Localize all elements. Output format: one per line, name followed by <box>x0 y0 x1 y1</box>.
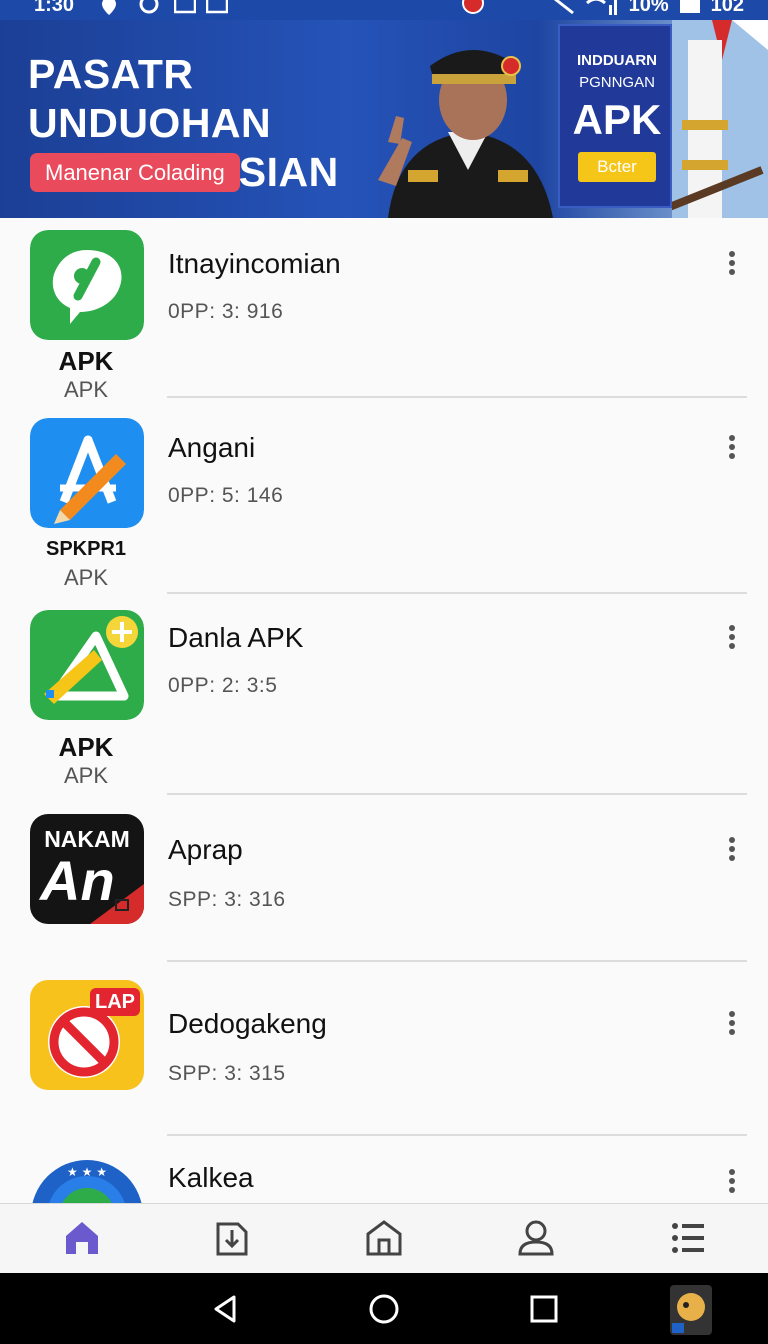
list-item[interactable]: ★ ★ ★ Kalkea <box>0 1136 768 1204</box>
icon-label: APK APK <box>0 732 172 790</box>
more-options-icon[interactable] <box>722 432 742 462</box>
icon-label: SPKPR1 APK <box>0 534 172 592</box>
system-navigation-bar <box>0 1273 768 1344</box>
green-chat-app-icon[interactable] <box>30 230 144 340</box>
assistant-avatar-icon[interactable] <box>670 1285 712 1335</box>
blue-pencil-app-icon[interactable] <box>30 418 144 528</box>
app-name: Danla APK <box>168 622 304 653</box>
battery-icon <box>679 0 700 13</box>
icon-label-main: APK <box>58 732 114 762</box>
promo-banner[interactable]: PASATR UNDUOHAN UNDONEASIAN Manenar Cola… <box>0 20 768 218</box>
more-options-icon[interactable] <box>722 622 742 652</box>
status-bar: 1:30 10% 102 <box>0 0 768 20</box>
download-icon[interactable] <box>212 1218 252 1258</box>
app-meta: 0PP: 2: 3:5 <box>168 674 278 697</box>
app-meta: SPP: 3: 315 <box>168 1062 286 1085</box>
divider <box>167 793 747 795</box>
recording-indicator-icon <box>462 0 484 14</box>
bottom-navigation <box>0 1203 768 1273</box>
banner-card-button[interactable]: Bcter <box>578 152 656 182</box>
banner-cta-button[interactable]: Manenar Colading <box>30 153 240 192</box>
more-options-icon[interactable] <box>722 834 742 864</box>
app-name: Kalkea <box>168 1162 254 1193</box>
list-item[interactable]: APK APK Danla APK 0PP: 2: 3:5 <box>0 598 768 794</box>
icon-label-sub: APK <box>63 763 109 788</box>
location-icon <box>102 0 116 15</box>
wifi-signal-icon <box>585 0 617 15</box>
app-screen: 1:30 10% 102 PASATR UNDUOHAN UNDONEASIAN… <box>0 0 768 1344</box>
list-item[interactable]: SPKPR1 APK Angani 0PP: 5: 146 <box>0 408 768 598</box>
icon-badge: LAP <box>90 988 140 1016</box>
mute-icon <box>554 0 574 14</box>
app-meta: 0PP: 5: 146 <box>168 484 284 507</box>
more-options-icon[interactable] <box>722 1166 742 1196</box>
photo-icon <box>206 0 228 14</box>
banner-person-image <box>378 50 553 218</box>
app-name: Dedogakeng <box>168 1008 327 1039</box>
recents-icon[interactable] <box>528 1293 560 1325</box>
divider <box>167 592 747 594</box>
sync-icon <box>139 0 159 14</box>
status-right: 10% 102 <box>553 0 744 17</box>
svg-text:★ ★ ★: ★ ★ ★ <box>67 1165 107 1179</box>
back-icon[interactable] <box>210 1293 242 1325</box>
blue-star-circle-app-icon[interactable]: ★ ★ ★ <box>30 1136 144 1204</box>
banner-card-line2: PGNNGAN <box>579 74 655 91</box>
profile-icon[interactable] <box>516 1218 556 1258</box>
banner-card-line1: INDDUARN <box>577 52 657 69</box>
divider <box>167 396 747 398</box>
status-time: 1:30 <box>34 0 75 16</box>
icon-label-sub: APK <box>63 377 109 402</box>
banner-card-apk: APK <box>572 96 662 143</box>
app-name: Aprap <box>168 834 243 865</box>
monument-tower-image <box>672 20 768 218</box>
image-icon <box>174 0 196 14</box>
list-item[interactable]: NAKAM An Aprap SPP: 3: 316 <box>0 808 768 968</box>
list-item[interactable]: LAP Dedogakeng SPP: 3: 315 <box>0 970 768 1136</box>
black-an-app-icon[interactable]: NAKAM An <box>30 814 144 924</box>
green-triangle-app-icon[interactable] <box>30 610 144 720</box>
app-meta: SPP: 3: 316 <box>168 888 286 911</box>
icon-label-main: APK <box>58 346 114 376</box>
status-number: 102 <box>710 0 744 16</box>
app-name: Angani <box>168 432 256 463</box>
banner-apk-card[interactable]: INDDUARN PGNNGAN APK Bcter <box>558 24 672 208</box>
home-circle-icon[interactable] <box>368 1293 400 1325</box>
icon-label: APK APK <box>0 346 172 404</box>
icon-label-main: SPKPR1 <box>45 538 127 560</box>
app-meta: 0PP: 3: 916 <box>168 300 284 323</box>
home-icon[interactable] <box>62 1218 102 1258</box>
yellow-no-sign-app-icon[interactable]: LAP <box>30 980 144 1090</box>
more-options-icon[interactable] <box>722 1008 742 1038</box>
list-item[interactable]: APK APK Itnayincomian 0PP: 3: 916 <box>0 218 768 408</box>
divider <box>167 960 747 962</box>
red-folded-corner-icon <box>90 884 144 924</box>
icon-label-sub: APK <box>63 565 109 590</box>
store-icon[interactable] <box>364 1218 404 1258</box>
list-icon[interactable] <box>668 1218 708 1258</box>
more-options-icon[interactable] <box>722 248 742 278</box>
app-name: Itnayincomian <box>168 248 341 279</box>
app-list[interactable]: APK APK Itnayincomian 0PP: 3: 916 SPKPR1… <box>0 218 768 1204</box>
battery-percent: 10% <box>628 0 669 16</box>
